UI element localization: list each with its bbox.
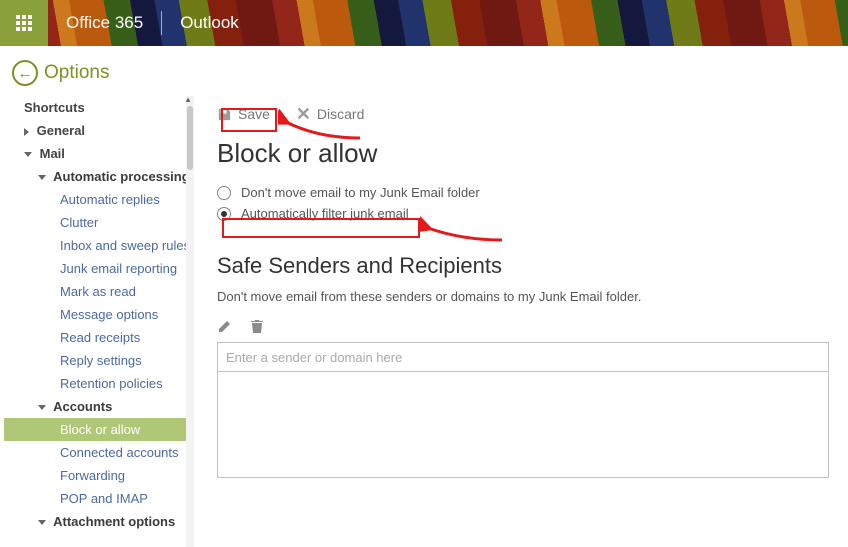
close-icon: ✕ bbox=[296, 107, 311, 122]
sidebar-label: Mail bbox=[40, 146, 65, 161]
sidebar-label: General bbox=[37, 123, 85, 138]
sidebar-scroll[interactable]: Shortcuts General Mail Automatic process… bbox=[0, 96, 194, 547]
waffle-icon bbox=[16, 15, 32, 31]
sidebar-item-message-options[interactable]: Message options bbox=[4, 303, 194, 326]
sidebar: Shortcuts General Mail Automatic process… bbox=[0, 96, 195, 547]
scroll-thumb[interactable] bbox=[187, 106, 193, 170]
save-button[interactable]: Save bbox=[217, 106, 270, 122]
discard-button[interactable]: ✕ Discard bbox=[296, 106, 364, 122]
sender-domain-input[interactable] bbox=[217, 342, 829, 372]
app-name-label[interactable]: Outlook bbox=[162, 13, 257, 33]
sidebar-scrollbar[interactable]: ▲ bbox=[186, 96, 194, 547]
sidebar-item-attachment-options[interactable]: Attachment options bbox=[4, 510, 194, 533]
sidebar-item-inbox-sweep-rules[interactable]: Inbox and sweep rules bbox=[4, 234, 194, 257]
page-title: Block or allow bbox=[217, 138, 834, 169]
radio-auto-filter-junk[interactable]: Automatically filter junk email bbox=[217, 206, 834, 221]
safe-senders-title: Safe Senders and Recipients bbox=[217, 253, 834, 279]
options-header: ← Options bbox=[0, 46, 848, 96]
sidebar-item-forwarding[interactable]: Forwarding bbox=[4, 464, 194, 487]
top-bar: Office 365 Outlook bbox=[0, 0, 848, 46]
safe-senders-description: Don't move email from these senders or d… bbox=[217, 289, 834, 304]
sidebar-item-accounts[interactable]: Accounts bbox=[4, 395, 194, 418]
toolbar: Save ✕ Discard bbox=[217, 96, 834, 128]
arrow-left-icon: ← bbox=[18, 66, 33, 81]
content-layout: Shortcuts General Mail Automatic process… bbox=[0, 96, 848, 547]
sidebar-label: Automatic processing bbox=[53, 169, 190, 184]
sidebar-item-automatic-replies[interactable]: Automatic replies bbox=[4, 188, 194, 211]
radio-icon bbox=[217, 186, 231, 200]
delete-icon[interactable] bbox=[249, 318, 265, 334]
topbar-inner: Office 365 Outlook bbox=[0, 0, 848, 46]
sidebar-item-pop-and-imap[interactable]: POP and IMAP bbox=[4, 487, 194, 510]
main-content: Save ✕ Discard Block or allow Don't move… bbox=[195, 96, 848, 547]
brand-label[interactable]: Office 365 bbox=[48, 13, 161, 33]
sidebar-item-clutter[interactable]: Clutter bbox=[4, 211, 194, 234]
sender-domain-list[interactable] bbox=[217, 372, 829, 478]
app-launcher-button[interactable] bbox=[0, 0, 48, 46]
sidebar-item-reply-settings[interactable]: Reply settings bbox=[4, 349, 194, 372]
sidebar-item-block-or-allow[interactable]: Block or allow bbox=[4, 418, 194, 441]
edit-icon[interactable] bbox=[217, 318, 233, 334]
sidebar-item-mark-as-read[interactable]: Mark as read bbox=[4, 280, 194, 303]
safe-senders-toolbar bbox=[217, 318, 834, 334]
sidebar-item-shortcuts[interactable]: Shortcuts bbox=[4, 96, 194, 119]
sidebar-item-junk-email-reporting[interactable]: Junk email reporting bbox=[4, 257, 194, 280]
save-icon bbox=[217, 107, 232, 122]
caret-right-icon bbox=[24, 128, 29, 136]
radio-label: Don't move email to my Junk Email folder bbox=[241, 185, 480, 200]
options-title: Options bbox=[44, 62, 109, 84]
sidebar-item-general[interactable]: General bbox=[4, 119, 194, 142]
sidebar-item-mail[interactable]: Mail bbox=[4, 142, 194, 165]
back-button[interactable]: ← bbox=[12, 60, 38, 86]
scroll-up-icon: ▲ bbox=[184, 95, 192, 104]
sidebar-item-connected-accounts[interactable]: Connected accounts bbox=[4, 441, 194, 464]
sidebar-label: Attachment options bbox=[53, 514, 175, 529]
sidebar-label: Accounts bbox=[53, 399, 112, 414]
sidebar-item-automatic-processing[interactable]: Automatic processing bbox=[4, 165, 194, 188]
sidebar-item-retention-policies[interactable]: Retention policies bbox=[4, 372, 194, 395]
caret-down-icon bbox=[38, 405, 46, 410]
radio-label: Automatically filter junk email bbox=[241, 206, 409, 221]
caret-down-icon bbox=[24, 152, 32, 157]
discard-label: Discard bbox=[317, 106, 364, 122]
radio-dont-move-junk[interactable]: Don't move email to my Junk Email folder bbox=[217, 185, 834, 200]
sidebar-label: Shortcuts bbox=[24, 100, 85, 115]
save-label: Save bbox=[238, 106, 270, 122]
radio-checked-icon bbox=[217, 207, 231, 221]
caret-down-icon bbox=[38, 520, 46, 525]
caret-down-icon bbox=[38, 175, 46, 180]
sidebar-item-read-receipts[interactable]: Read receipts bbox=[4, 326, 194, 349]
